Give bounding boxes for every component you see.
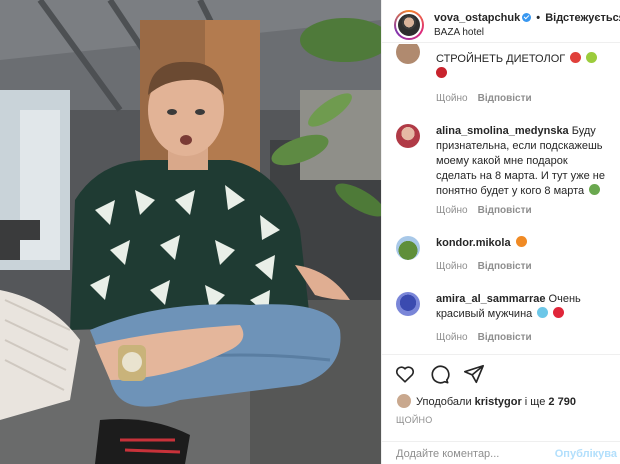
comment-bubble-icon[interactable] (428, 363, 451, 385)
apple-emoji-icon (586, 52, 598, 63)
post-photo-illustration (0, 0, 381, 464)
reply-button[interactable]: Відповісти (478, 205, 532, 216)
likes-count[interactable]: 2 790 (548, 396, 576, 408)
liker-avatar (396, 393, 412, 409)
comment-body: alina_smolina_medynska Буду признательна… (436, 124, 608, 199)
liker-username[interactable]: kristygor (475, 396, 522, 408)
comment-meta: Щойно Відповісти (436, 261, 532, 272)
comment-body: amira_al_sammarrae Очень красивый мужчин… (436, 292, 608, 322)
strawberry-emoji-icon (570, 52, 582, 63)
fire-emoji-icon (515, 236, 527, 247)
commenter-avatar[interactable] (396, 44, 420, 64)
reply-button[interactable]: Відповісти (478, 332, 532, 343)
comment-meta: Щойно Відповісти (436, 205, 532, 216)
comments-list[interactable]: СТРОЙНЕТЬ ДИЕТОЛОГ Щойно Відповісти alina… (382, 44, 620, 354)
commenter-username[interactable]: alina_smolina_medynska (436, 125, 569, 137)
commenter-username[interactable]: amira_al_sammarrae (436, 293, 545, 305)
verified-badge-icon (522, 13, 532, 22)
comment-body: СТРОЙНЕТЬ ДИЕТОЛОГ (436, 52, 608, 82)
publish-button[interactable]: Опублікува (555, 448, 617, 460)
share-send-icon[interactable] (463, 363, 485, 385)
reply-button[interactable]: Відповісти (478, 261, 532, 272)
post-header: vova_ostapchuk • Відстежується BAZA hote… (382, 0, 620, 43)
comment-text: СТРОЙНЕТЬ ДИЕТОЛОГ (436, 53, 566, 65)
alien-emoji-icon (589, 184, 601, 195)
like-heart-icon[interactable] (394, 363, 416, 385)
comment-meta: Щойно Відповісти (436, 93, 532, 104)
comment-time[interactable]: Щойно (436, 261, 468, 272)
reply-button[interactable]: Відповісти (478, 93, 532, 104)
likes-prefix: Уподобали (416, 396, 472, 408)
comment-time[interactable]: Щойно (436, 332, 468, 343)
commenter-username[interactable]: kondor.mikola (436, 237, 511, 249)
author-line: vova_ostapchuk • Відстежується (434, 12, 620, 24)
likes-connector: і ще (524, 396, 546, 408)
comment-meta: Щойно Відповісти (436, 332, 532, 343)
add-comment-input[interactable] (396, 448, 556, 460)
likes-summary[interactable]: Уподобали kristygor і ще 2 790 (396, 393, 576, 409)
cherry-emoji-icon (436, 67, 447, 78)
action-icons (394, 363, 493, 387)
add-comment-bar: Опублікува (382, 441, 620, 464)
commenter-avatar[interactable] (396, 292, 420, 316)
post-actions: Уподобали kristygor і ще 2 790 ЩОЙНО Опу… (382, 354, 620, 464)
heart-emoji-icon (553, 307, 565, 318)
post-date: ЩОЙНО (396, 415, 433, 425)
post-side-panel: vova_ostapchuk • Відстежується BAZA hote… (381, 0, 620, 464)
comment-time[interactable]: Щойно (436, 205, 468, 216)
gem-emoji-icon (537, 307, 549, 318)
comment-body: kondor.mikola (436, 236, 608, 251)
comment-time[interactable]: Щойно (436, 93, 468, 104)
post-photo[interactable] (0, 0, 381, 464)
separator-dot: • (536, 12, 541, 24)
commenter-avatar[interactable] (396, 124, 420, 148)
commenter-avatar[interactable] (396, 236, 420, 260)
author-avatar[interactable] (394, 10, 424, 40)
post-location[interactable]: BAZA hotel (434, 27, 484, 38)
follow-status-button[interactable]: Відстежується (545, 12, 620, 24)
author-username[interactable]: vova_ostapchuk (434, 12, 520, 24)
